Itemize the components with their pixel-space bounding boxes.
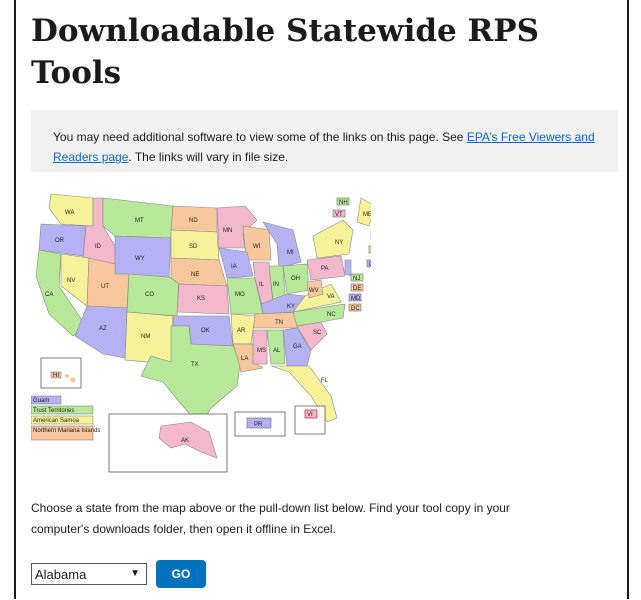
page-title: Downloadable Statewide RPS Tools: [31, 13, 540, 91]
chevron-down-icon: ▼: [130, 568, 140, 579]
legend-guam: Guam: [33, 398, 49, 404]
state-az[interactable]: [74, 305, 128, 359]
hawaii-inset[interactable]: HI: [40, 357, 82, 389]
label-nc: NC: [327, 312, 336, 318]
label-wi: WI: [253, 244, 261, 250]
label-nd: ND: [189, 218, 198, 224]
label-in: IN: [273, 282, 279, 288]
label-ne: NE: [191, 272, 199, 278]
label-md: MD: [351, 296, 361, 302]
instructions: Choose a state from the map above or the…: [31, 498, 611, 540]
label-nm: NM: [141, 334, 150, 340]
label-ny: NY: [335, 240, 343, 246]
label-nj: NJ: [353, 276, 360, 282]
state-nj[interactable]: [344, 259, 352, 277]
notice-text: You may need additional software to view…: [53, 130, 467, 144]
label-mt: MT: [135, 218, 144, 224]
label-co: CO: [145, 292, 154, 298]
legend-trust-territories: Trust Territories: [33, 408, 74, 414]
label-ia: IA: [231, 264, 237, 270]
label-id: ID: [95, 244, 102, 250]
instructions-line-2: computer's downloads folder, then open i…: [31, 522, 336, 536]
territory-legend[interactable]: Guam Trust Territories American Samoa No…: [31, 395, 100, 441]
state-select[interactable]: Alabama ▼: [31, 563, 147, 585]
label-ak: AK: [181, 438, 189, 444]
notice-text-end: . The links will vary in file size.: [128, 150, 289, 164]
label-ky: KY: [287, 304, 295, 310]
label-pr: PR: [254, 422, 263, 428]
legend-northern-mariana: Northern Mariana Islands: [33, 428, 100, 434]
label-nv: NV: [67, 278, 75, 284]
label-az: AZ: [99, 326, 107, 332]
label-tn: TN: [275, 320, 283, 326]
label-ut: UT: [101, 284, 109, 290]
label-al: AL: [273, 348, 281, 354]
label-ga: GA: [293, 344, 302, 350]
state-al[interactable]: [266, 329, 286, 365]
go-button[interactable]: GO: [156, 560, 206, 588]
virgin-islands-inset[interactable]: VI: [294, 405, 326, 435]
label-vt: VT: [335, 212, 343, 218]
state-select-value: Alabama: [35, 566, 87, 582]
alaska-inset[interactable]: AK: [108, 413, 228, 473]
label-va: VA: [327, 294, 335, 300]
label-vi: VI: [307, 412, 313, 418]
label-tx: TX: [191, 362, 199, 368]
label-or: OR: [55, 238, 65, 244]
label-mn: MN: [223, 228, 232, 234]
state-ny[interactable]: [312, 219, 354, 259]
label-wy: WY: [135, 256, 145, 262]
label-fl: FL: [321, 378, 329, 384]
label-oh: OH: [291, 276, 300, 282]
us-states-map[interactable]: WA MT ND OR ID SD MN WI MI NY WY NE IA N…: [31, 186, 371, 476]
label-la: LA: [241, 356, 248, 362]
label-sd: SD: [189, 244, 198, 250]
puerto-rico-inset[interactable]: PR: [234, 411, 286, 437]
label-nh: NH: [339, 200, 348, 206]
label-ok: OK: [201, 328, 210, 334]
label-hi: HI: [53, 373, 59, 379]
label-pa: PA: [321, 266, 329, 272]
label-wv: WV: [309, 288, 319, 294]
instructions-line-1: Choose a state from the map above or the…: [31, 501, 510, 515]
label-ms: MS: [257, 348, 266, 354]
label-ct: CT: [369, 262, 371, 268]
label-mi: MI: [287, 250, 294, 256]
label-me: ME: [363, 212, 371, 218]
label-mo: MO: [235, 292, 245, 298]
label-il: IL: [259, 282, 265, 288]
state-ms[interactable]: [252, 329, 268, 365]
label-ar: AR: [237, 328, 246, 334]
legend-american-samoa: American Samoa: [33, 418, 80, 424]
software-notice: You may need additional software to view…: [31, 110, 618, 172]
label-ca: CA: [45, 292, 53, 298]
label-ks: KS: [197, 296, 205, 302]
label-dc: DC: [351, 306, 360, 312]
label-wa: WA: [65, 210, 74, 216]
label-de: DE: [353, 286, 361, 292]
label-sc: SC: [313, 330, 322, 336]
